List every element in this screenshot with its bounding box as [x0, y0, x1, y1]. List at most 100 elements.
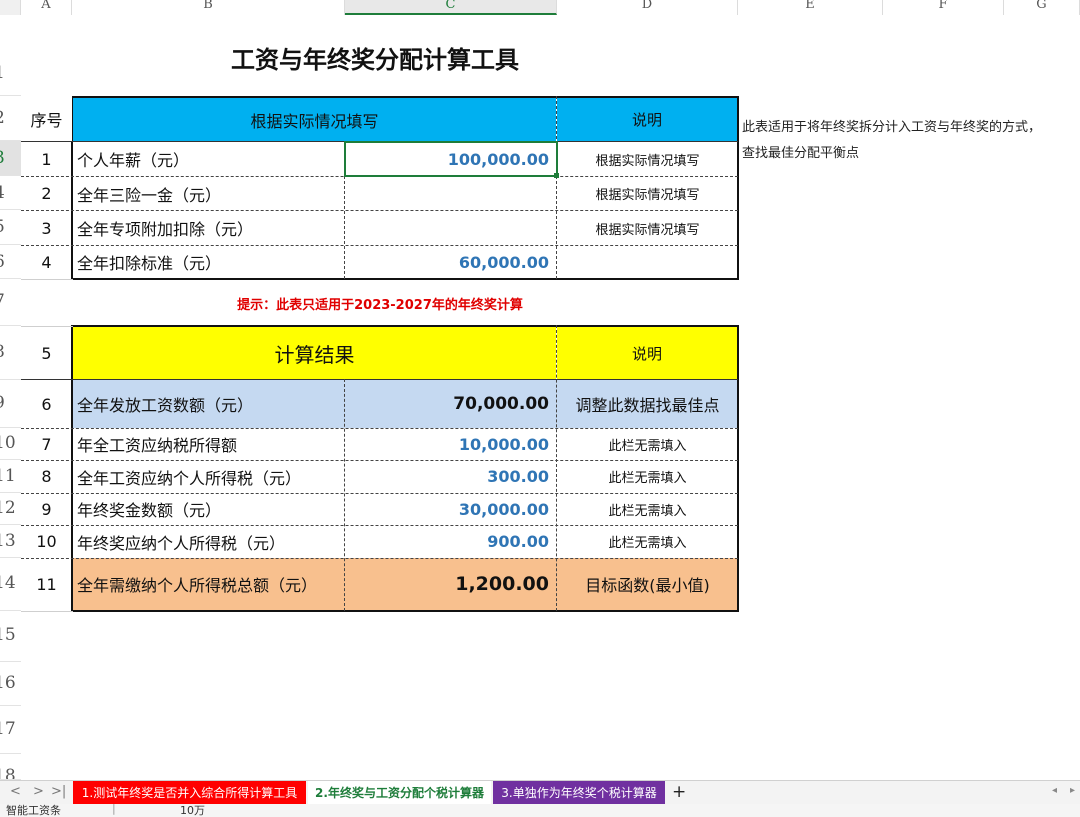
column-header-c[interactable]: C — [345, 0, 557, 15]
total-tax-value[interactable]: 1,200.00 — [345, 558, 557, 610]
gridline — [21, 525, 738, 526]
result-row-7-note[interactable]: 此栏无需填入 — [557, 428, 738, 460]
sheet-tab-2-label: 2.年终奖与工资分配个税计算器 — [315, 786, 484, 800]
row-header-15[interactable]: 15 — [0, 611, 21, 662]
row-number: 7 — [0, 291, 5, 311]
row-header-8[interactable]: 8 — [0, 326, 21, 380]
row-header-6[interactable]: 6 — [0, 245, 21, 279]
row-header-2[interactable]: 2 — [0, 96, 21, 141]
row-number: 11 — [0, 466, 16, 486]
result-row-10-label[interactable]: 年终奖应纳个人所得税（元） — [73, 525, 345, 558]
scroll-right-icon[interactable]: ▸ — [1070, 785, 1075, 796]
input-row-1-seq: 1 — [41, 149, 52, 169]
result-header-main-label: 计算结果 — [274, 342, 355, 367]
result-row-8-note[interactable]: 此栏无需填入 — [557, 460, 738, 493]
row-header-3[interactable]: 3 — [0, 141, 21, 176]
row-number: 6 — [0, 252, 5, 272]
row-header-4[interactable]: 4 — [0, 176, 21, 210]
salary-taxable-income-value[interactable]: 10,000.00 — [345, 428, 557, 460]
tab-last-icon[interactable]: >| — [51, 784, 66, 799]
result-row-11-label[interactable]: 全年需缴纳个人所得税总额（元） — [73, 558, 345, 610]
row-number: 10 — [0, 433, 16, 453]
row-number: 5 — [0, 217, 5, 237]
row-header-9[interactable]: 9 — [0, 380, 21, 428]
row-header-10[interactable]: 10 — [0, 428, 21, 460]
column-header-g[interactable]: G — [1004, 0, 1080, 15]
row-header-1[interactable]: 1 — [0, 15, 21, 96]
scroll-left-icon[interactable]: ◂ — [1052, 785, 1057, 796]
column-header-e[interactable]: E — [738, 0, 883, 15]
row-header-14[interactable]: 14 — [0, 558, 21, 611]
row-number: 8 — [0, 342, 5, 362]
fill-handle[interactable] — [554, 173, 559, 178]
row-header-7[interactable]: 7 — [0, 279, 21, 326]
tab-prev-icon[interactable]: < — [10, 784, 21, 799]
input-row-4-label[interactable]: 全年扣除标准（元） — [73, 245, 345, 279]
tab-next-icon[interactable]: > — [33, 784, 44, 799]
add-sheet-icon[interactable]: + — [672, 782, 686, 802]
gridline — [21, 379, 738, 380]
row-number: 16 — [0, 673, 16, 693]
input-row-2-seq: 2 — [41, 184, 52, 203]
input-row-4-note[interactable] — [557, 245, 738, 279]
row-header-18[interactable]: 18 — [0, 754, 21, 780]
gridline — [21, 558, 738, 559]
input-row-2-label[interactable]: 全年三险一金（元） — [73, 176, 345, 211]
input-row-3-seq: 3 — [41, 218, 52, 238]
result-row-11-note[interactable]: 目标函数(最小值) — [557, 558, 738, 610]
row-header-13[interactable]: 13 — [0, 525, 21, 558]
row-header-5[interactable]: 5 — [0, 210, 21, 245]
result-row-6-note[interactable]: 调整此数据找最佳点 — [557, 380, 738, 428]
input-row-1-label[interactable]: 个人年薪（元） — [73, 142, 345, 176]
input-row-3-note[interactable]: 根据实际情况填写 — [557, 211, 738, 245]
result-row-6-label[interactable]: 全年发放工资数额（元） — [73, 380, 345, 428]
input-row-2-note[interactable]: 根据实际情况填写 — [557, 176, 738, 211]
result-row-8-label[interactable]: 全年工资应纳个人所得税（元） — [73, 460, 345, 493]
hint-text: 提示：此表只适用于2023-2027年的年终奖计算 — [237, 298, 523, 313]
insurance-fund-value[interactable] — [345, 176, 557, 211]
column-header-d[interactable]: D — [557, 0, 738, 15]
column-header-f[interactable]: F — [883, 0, 1004, 15]
row-number: 4 — [0, 183, 5, 203]
sheet-tab-3[interactable]: 3.单独作为年终奖个税计算器 — [493, 781, 665, 804]
gridline — [344, 379, 345, 611]
row-header-17[interactable]: 17 — [0, 706, 21, 754]
gridline — [556, 96, 557, 279]
row-header-16[interactable]: 16 — [0, 662, 21, 706]
deduction-standard-value[interactable]: 60,000.00 — [345, 245, 557, 279]
gridline — [556, 325, 557, 611]
row-header-11[interactable]: 11 — [0, 460, 21, 493]
result-row-10-seq: 10 — [36, 532, 57, 551]
side-note-line-2: 查找最佳分配平衡点 — [742, 146, 860, 161]
result-row-10-note[interactable]: 此栏无需填入 — [557, 525, 738, 558]
column-header-a[interactable]: A — [21, 0, 72, 15]
result-row-9-seq: 9 — [41, 499, 52, 519]
selected-cell-c3[interactable] — [344, 141, 558, 177]
input-row-1-note[interactable]: 根据实际情况填写 — [557, 142, 738, 176]
result-header-note-label: 说明 — [631, 344, 662, 363]
result-row-7-label[interactable]: 年全工资应纳税所得额 — [73, 428, 345, 460]
bonus-tax-value[interactable]: 900.00 — [345, 525, 557, 558]
input-row-4-seq: 4 — [41, 252, 52, 272]
gridline — [21, 428, 738, 429]
salary-amount-value[interactable]: 70,000.00 — [345, 380, 557, 428]
gridline — [21, 326, 73, 327]
result-row-9-note[interactable]: 此栏无需填入 — [557, 493, 738, 525]
gridline — [21, 279, 73, 280]
bonus-amount-value[interactable]: 30,000.00 — [345, 493, 557, 525]
result-row-9-label[interactable]: 年终奖金数额（元） — [73, 493, 345, 525]
gridline — [21, 460, 738, 461]
status-left-text[interactable]: 智能工资条 — [6, 804, 61, 817]
special-deduction-value[interactable] — [345, 211, 557, 245]
row-header-12[interactable]: 12 — [0, 493, 21, 525]
result-header-note: 说明 — [557, 327, 737, 379]
input-header-main: 根据实际情况填写 — [73, 98, 556, 141]
salary-tax-value[interactable]: 300.00 — [345, 460, 557, 493]
input-row-3-label[interactable]: 全年专项附加扣除（元） — [73, 211, 345, 245]
sheet-tab-2[interactable]: 2.年终奖与工资分配个税计算器 — [308, 781, 491, 806]
sheet-tab-bar: < > >| 1.测试年终奖是否并入综合所得计算工具 2.年终奖与工资分配个税计… — [0, 780, 1080, 806]
column-header-b[interactable]: B — [72, 0, 345, 15]
sheet-tab-1[interactable]: 1.测试年终奖是否并入综合所得计算工具 — [73, 781, 306, 804]
select-all-corner[interactable] — [0, 0, 21, 15]
row-number: 1 — [0, 63, 5, 83]
